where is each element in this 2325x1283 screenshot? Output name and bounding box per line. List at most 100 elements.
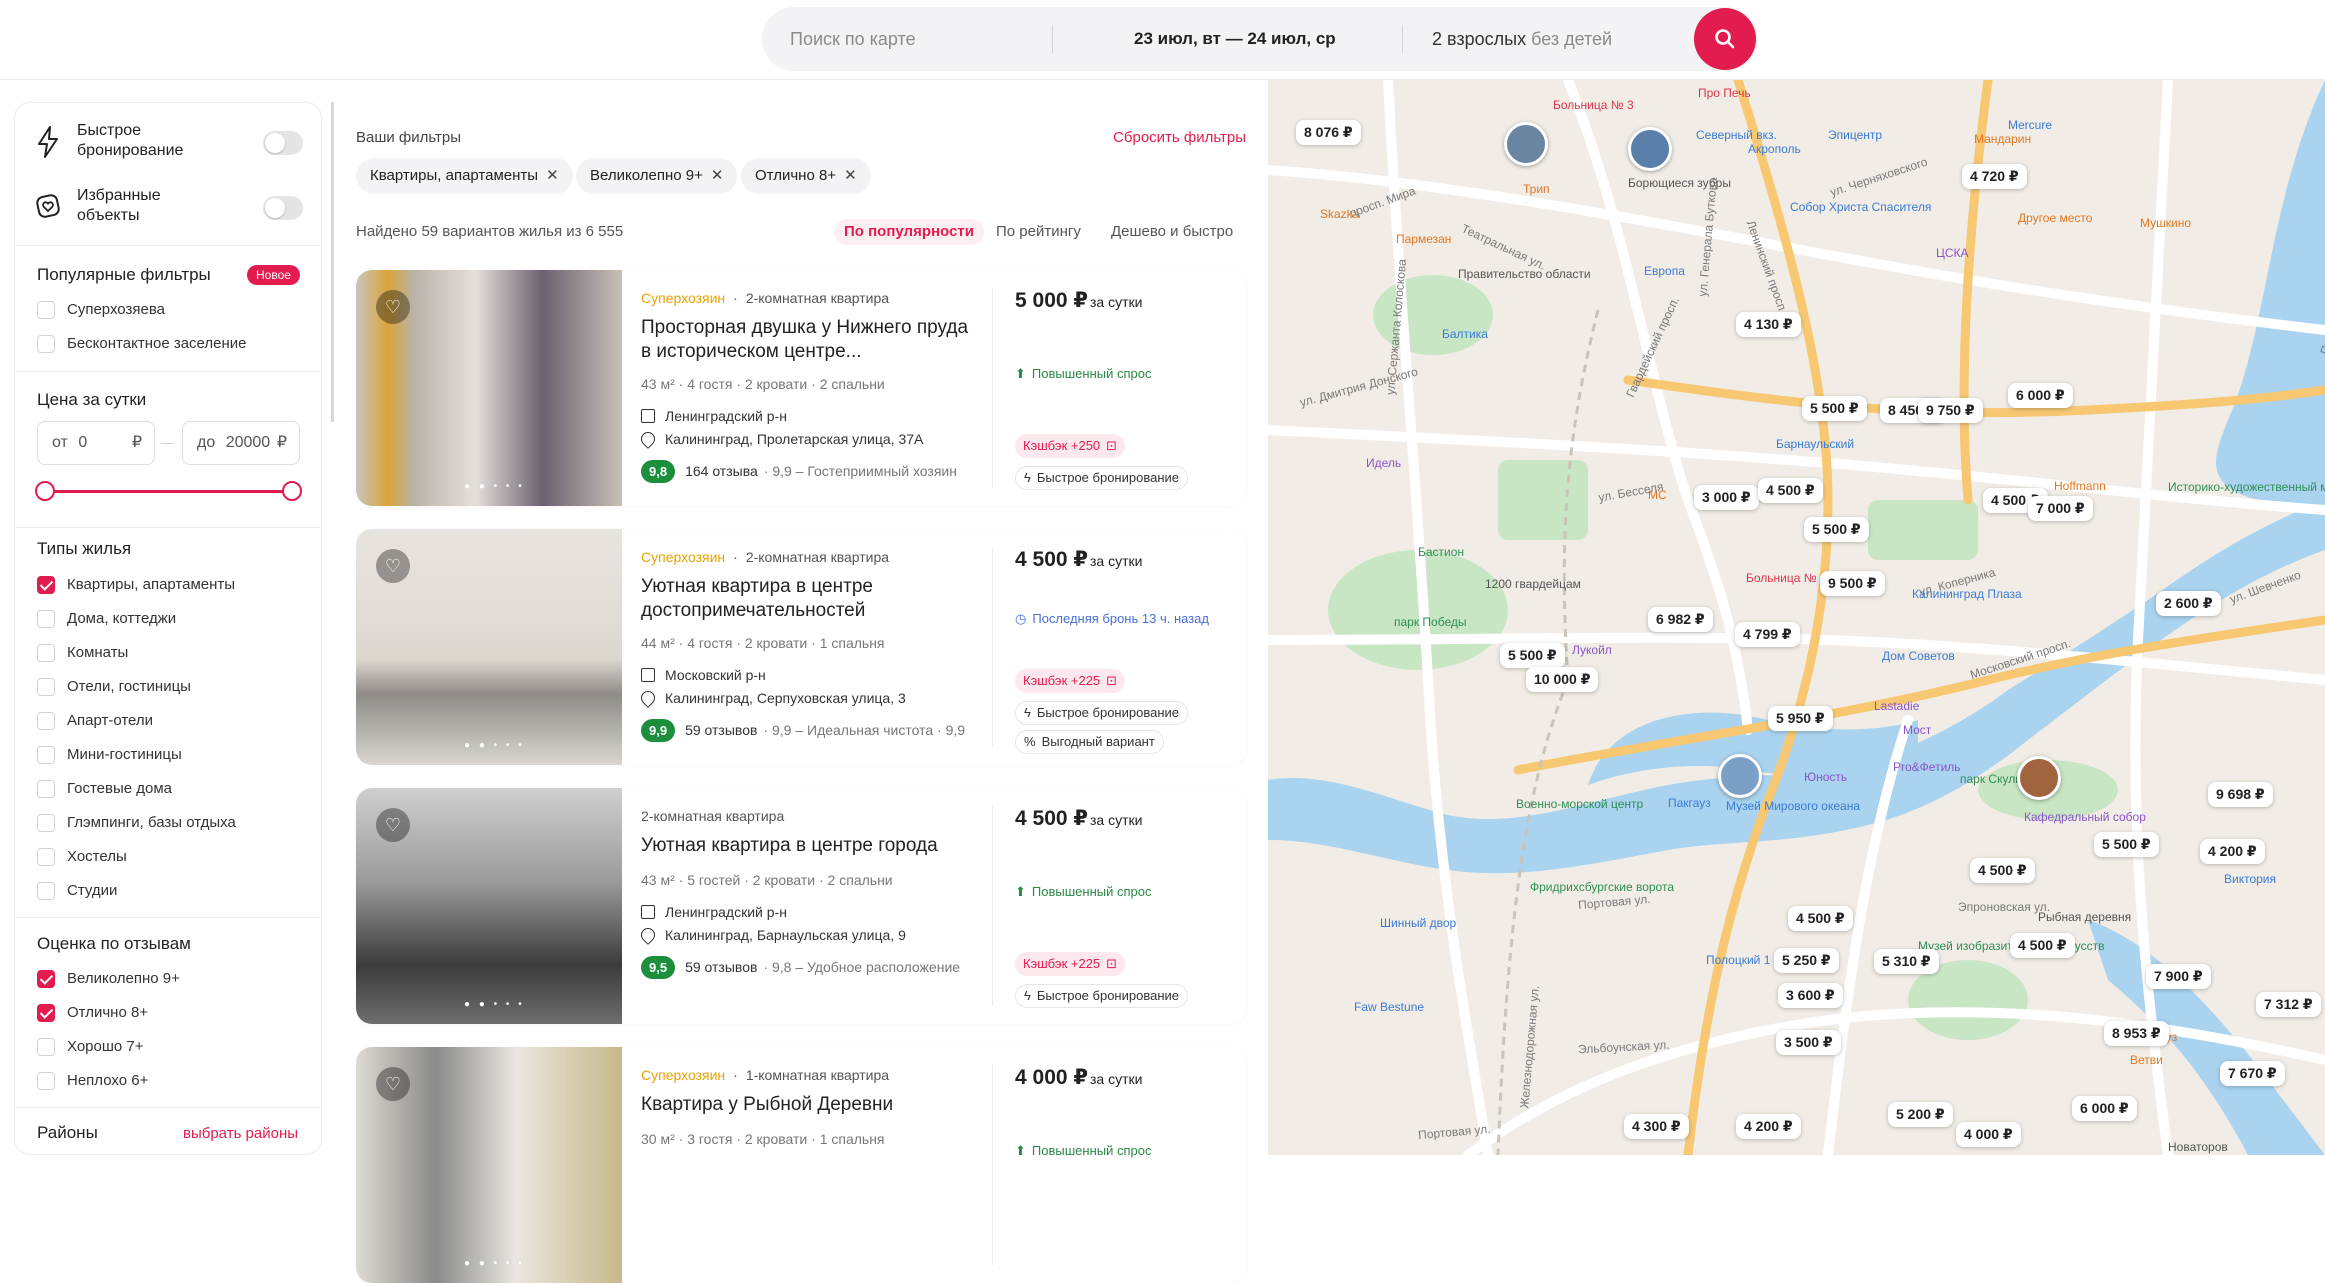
map-place-label[interactable]: Лукойл — [1572, 643, 1612, 657]
property-type-checkbox[interactable] — [37, 746, 55, 764]
price-pin[interactable]: 7 900 ₽ — [2146, 964, 2211, 989]
map-place-label[interactable]: Faw Bestune — [1354, 1000, 1424, 1014]
listing-card[interactable]: ♡ ● ● • • • Суперхозяин · 2-комнатная кварти… — [356, 529, 1246, 765]
map-place-label[interactable]: Hoffmann — [2054, 479, 2106, 493]
property-type-checkbox[interactable] — [37, 780, 55, 798]
map-place-label[interactable]: Про Печь — [1698, 86, 1751, 100]
property-type-checkbox[interactable] — [37, 644, 55, 662]
map-place-label[interactable]: Lastadie — [1874, 699, 1919, 713]
price-pin[interactable]: 4 500 ₽ — [1970, 858, 2035, 883]
search-button[interactable] — [1694, 8, 1756, 70]
sidebar-scrollbar[interactable] — [331, 102, 334, 422]
map-place-label[interactable]: Полоцкий 1 — [1706, 953, 1770, 967]
price-pin[interactable]: 4 500 ₽ — [1788, 906, 1853, 931]
listing-photo[interactable]: ♡ ● ● • • • — [356, 529, 622, 765]
property-type-checkbox[interactable] — [37, 848, 55, 866]
price-pin[interactable]: 2 600 ₽ — [2156, 591, 2221, 616]
price-slider-max-handle[interactable] — [282, 481, 302, 501]
popular-filter-checkbox[interactable] — [37, 301, 55, 319]
map-place-label[interactable]: Мандарин — [1974, 132, 2031, 146]
photo-pager-dots[interactable]: ● ● • • • — [464, 481, 525, 492]
photo-pager-dots[interactable]: ● ● • • • — [464, 999, 525, 1010]
price-pin[interactable]: 4 300 ₽ — [1624, 1114, 1689, 1139]
price-pin[interactable]: 5 500 ₽ — [1802, 396, 1867, 421]
price-pin[interactable]: 7 312 ₽ — [2256, 992, 2321, 1017]
price-pin[interactable]: 9 698 ₽ — [2208, 782, 2273, 807]
price-pin[interactable]: 4 130 ₽ — [1736, 312, 1801, 337]
map-place-label[interactable]: Музей Мирового океана — [1726, 799, 1860, 813]
map-place-label[interactable]: ЦСКА — [1936, 246, 1969, 260]
map-place-label[interactable]: Юность — [1804, 770, 1847, 784]
heart-icon[interactable]: ♡ — [376, 290, 410, 324]
listing-rating[interactable]: 9,9 59 отзывов · 9,9 – Идеальная чистота ·… — [641, 719, 976, 742]
map-place-label[interactable]: Историко-художественный музей — [2168, 480, 2325, 494]
price-pin[interactable]: 5 250 ₽ — [1774, 948, 1839, 973]
rating-filter-checkbox[interactable] — [37, 1072, 55, 1090]
map-place-label[interactable]: Mercure — [2008, 118, 2052, 132]
map-place-label[interactable]: Больница № 4 — [1746, 571, 1827, 585]
filter-chip[interactable]: Отлично 8+ ✕ — [741, 158, 871, 194]
price-pin[interactable]: 5 200 ₽ — [1888, 1102, 1953, 1127]
map-place-label[interactable]: Мост — [1903, 723, 1931, 737]
landmark-photo-pin[interactable] — [1718, 754, 1762, 798]
sort-rating[interactable]: По рейтингу — [996, 219, 1081, 245]
map-place-label[interactable]: Акрополь — [1748, 142, 1801, 156]
map-place-label[interactable]: Новаторов — [2168, 1140, 2228, 1154]
property-type-checkbox[interactable] — [37, 610, 55, 628]
price-pin[interactable]: 9 500 ₽ — [1820, 571, 1885, 596]
listing-rating[interactable]: 9,8 164 отзыва · 9,9 – Гостеприимный хозяи… — [641, 460, 976, 483]
map-place-label[interactable]: Виктория — [2224, 872, 2276, 886]
price-pin[interactable]: 4 500 ₽ — [2010, 933, 2075, 958]
landmark-photo-pin[interactable] — [1504, 122, 1548, 166]
map-place-label[interactable]: Военно-морской центр — [1516, 797, 1643, 811]
price-from-input[interactable]: от 0 ₽ — [37, 421, 155, 465]
dates-field[interactable]: 23 июл, вт — 24 июл, ср — [1134, 7, 1336, 71]
listing-card[interactable]: ♡ ● ● • • • Суперхозяин · 1-комнатная кварти… — [356, 1047, 1246, 1283]
rating-filter-checkbox[interactable] — [37, 970, 55, 988]
price-to-input[interactable]: до 20000 ₽ — [182, 421, 300, 465]
price-pin[interactable]: 4 799 ₽ — [1735, 622, 1800, 647]
price-pin[interactable]: 7 670 ₽ — [2220, 1061, 2285, 1086]
map-place-label[interactable]: Рыбная деревня — [2038, 910, 2131, 924]
price-pin[interactable]: 9 750 ₽ — [1918, 398, 1983, 423]
listing-rating[interactable]: 9,5 59 отзывов · 9,8 – Удобное расположени… — [641, 956, 976, 979]
price-pin[interactable]: 5 310 ₽ — [1874, 949, 1939, 974]
map-place-label[interactable]: Собор Христа Спасителя — [1790, 200, 1931, 214]
property-type-checkbox[interactable] — [37, 882, 55, 900]
price-pin[interactable]: 5 950 ₽ — [1768, 706, 1833, 731]
price-pin[interactable]: 5 500 ₽ — [1804, 517, 1869, 542]
map-place-label[interactable]: Правительство области — [1458, 267, 1591, 281]
listing-photo[interactable]: ♡ ● ● • • • — [356, 788, 622, 1024]
property-type-checkbox[interactable] — [37, 712, 55, 730]
map[interactable]: Больница № 3 Про Печь Северный вкз. Собор Х… — [1268, 80, 2325, 1155]
price-pin[interactable]: 3 500 ₽ — [1776, 1030, 1841, 1055]
landmark-photo-pin[interactable] — [2017, 756, 2061, 800]
photo-pager-dots[interactable]: ● ● • • • — [464, 1258, 525, 1269]
price-pin[interactable]: 4 000 ₽ — [1956, 1122, 2021, 1147]
map-place-label[interactable]: парк Победы — [1394, 615, 1467, 629]
price-pin[interactable]: 5 500 ₽ — [2094, 832, 2159, 857]
price-pin[interactable]: 3 000 ₽ — [1694, 485, 1759, 510]
map-place-label[interactable]: Барнаульский — [1776, 437, 1854, 451]
heart-icon[interactable]: ♡ — [376, 549, 410, 583]
photo-pager-dots[interactable]: ● ● • • • — [464, 740, 525, 751]
choose-districts-link[interactable]: выбрать районы — [183, 1125, 298, 1142]
reset-filters-link[interactable]: Сбросить фильтры — [1113, 129, 1246, 146]
popular-filter-checkbox[interactable] — [37, 335, 55, 353]
price-pin[interactable]: 4 200 ₽ — [2200, 839, 2265, 864]
map-place-label[interactable]: Балтика — [1442, 327, 1488, 341]
heart-icon[interactable]: ♡ — [376, 1067, 410, 1101]
map-place-label[interactable]: Другое место — [2018, 211, 2092, 225]
filter-chip[interactable]: Великолепно 9+ ✕ — [576, 158, 738, 194]
map-place-label[interactable]: Кафедральный собор — [2024, 810, 2146, 824]
guests-field[interactable]: 2 взрослых без детей — [1432, 7, 1612, 71]
price-pin[interactable]: 8 076 ₽ — [1296, 120, 1361, 145]
map-place-label[interactable]: Дом Советов — [1882, 649, 1955, 663]
map-place-label[interactable]: Идель — [1366, 456, 1401, 470]
property-type-checkbox[interactable] — [37, 814, 55, 832]
property-type-checkbox[interactable] — [37, 576, 55, 594]
landmark-photo-pin[interactable] — [1628, 127, 1672, 171]
price-pin[interactable]: 7 000 ₽ — [2028, 496, 2093, 521]
map-place-label[interactable]: Трип — [1523, 182, 1550, 196]
price-pin[interactable]: 4 200 ₽ — [1736, 1114, 1801, 1139]
